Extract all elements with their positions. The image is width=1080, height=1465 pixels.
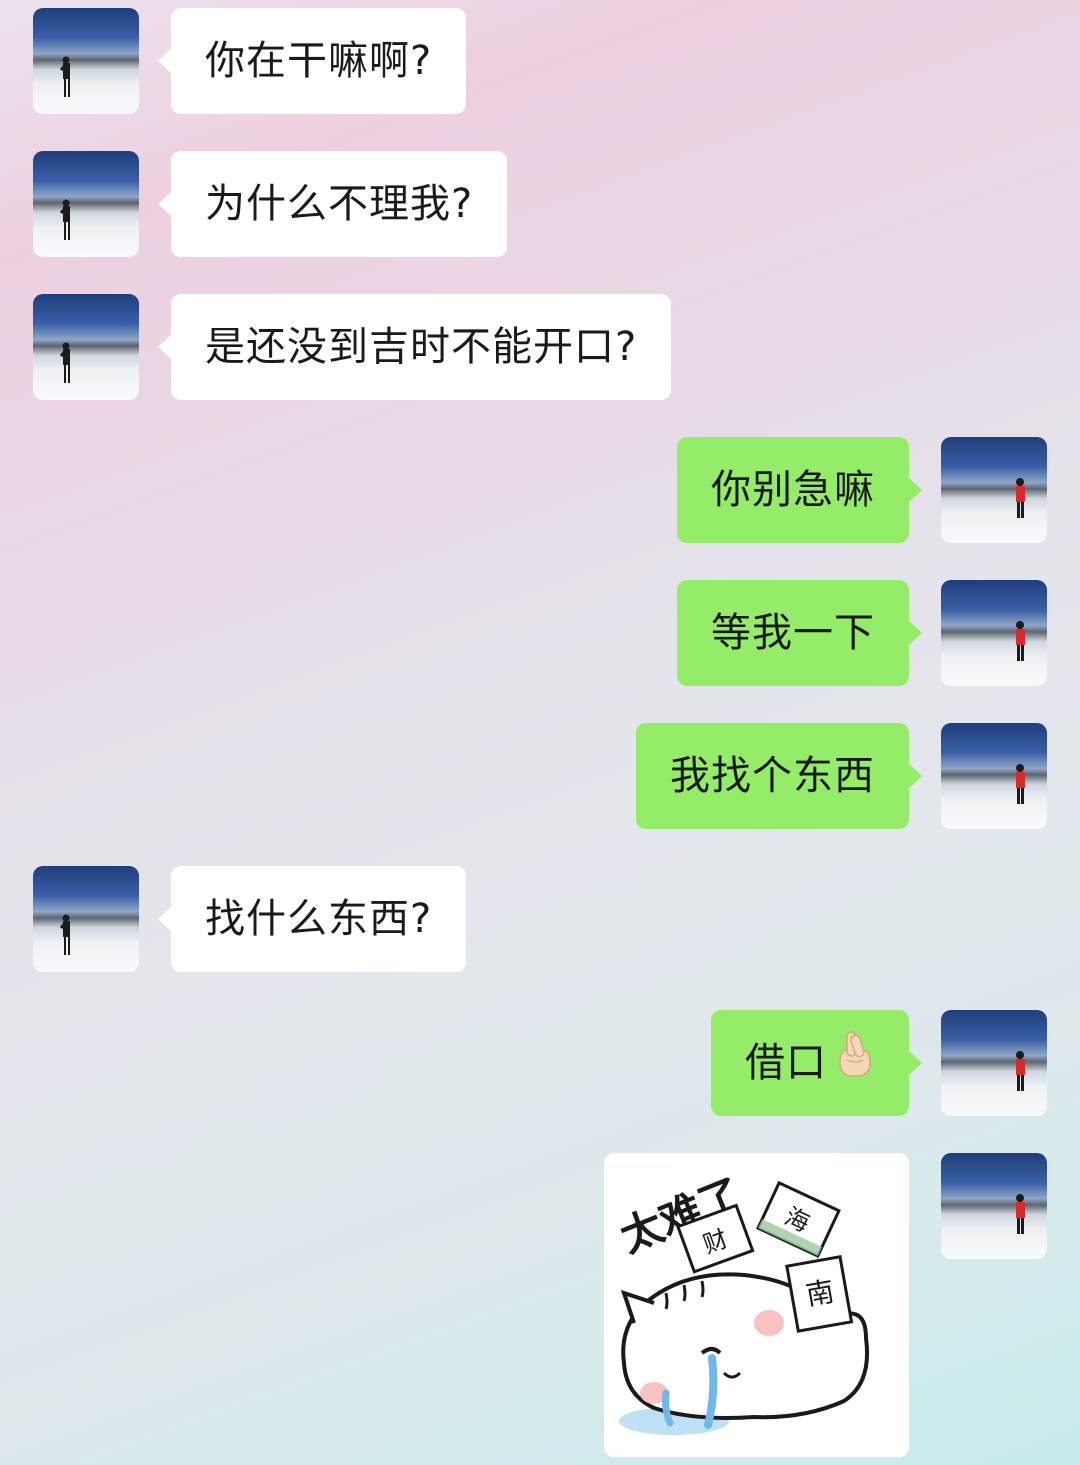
my-avatar[interactable] [941, 723, 1047, 829]
message-bubble-outgoing[interactable]: 等我一下 [677, 580, 922, 686]
message-bubble-incoming[interactable]: 为什么不理我? [157, 151, 508, 257]
message-bubble-incoming[interactable]: 是还没到吉时不能开口? [157, 294, 672, 400]
message-bubble-outgoing[interactable]: 借口 [711, 1010, 922, 1118]
message-text: 借口 [745, 1040, 827, 1086]
message-row-incoming: 找什么东西? [0, 866, 1080, 972]
message-row-outgoing [0, 1153, 1080, 1259]
crossed-fingers-icon [835, 1012, 875, 1118]
message-row-outgoing: 等我一下 [0, 580, 1080, 686]
message-row-outgoing: 我找个东西 [0, 723, 1080, 829]
my-avatar[interactable] [941, 1153, 1047, 1259]
message-row-outgoing: 借口 [0, 1010, 1080, 1116]
contact-avatar[interactable] [33, 151, 139, 257]
message-bubble-incoming[interactable]: 找什么东西? [157, 866, 467, 972]
message-bubble-incoming[interactable]: 你在干嘛啊? [157, 8, 467, 114]
contact-avatar[interactable] [33, 866, 139, 972]
contact-avatar[interactable] [33, 8, 139, 114]
box-label-nan: 南 [803, 1275, 836, 1312]
message-bubble-outgoing[interactable]: 你别急嘛 [677, 437, 922, 543]
message-bubble-outgoing[interactable]: 我找个东西 [636, 723, 922, 829]
message-row-outgoing: 你别急嘛 [0, 437, 1080, 543]
message-row-incoming: 是还没到吉时不能开口? [0, 294, 1080, 400]
message-row-incoming: 你在干嘛啊? [0, 8, 1080, 114]
contact-avatar[interactable] [33, 294, 139, 400]
my-avatar[interactable] [941, 437, 1047, 543]
my-avatar[interactable] [941, 1010, 1047, 1116]
sticker-message[interactable]: 太难了 财 海 南 [604, 1153, 909, 1457]
my-avatar[interactable] [941, 580, 1047, 686]
crying-cat-sticker: 太难了 财 海 南 [613, 1169, 869, 1435]
message-row-incoming: 为什么不理我? [0, 151, 1080, 257]
